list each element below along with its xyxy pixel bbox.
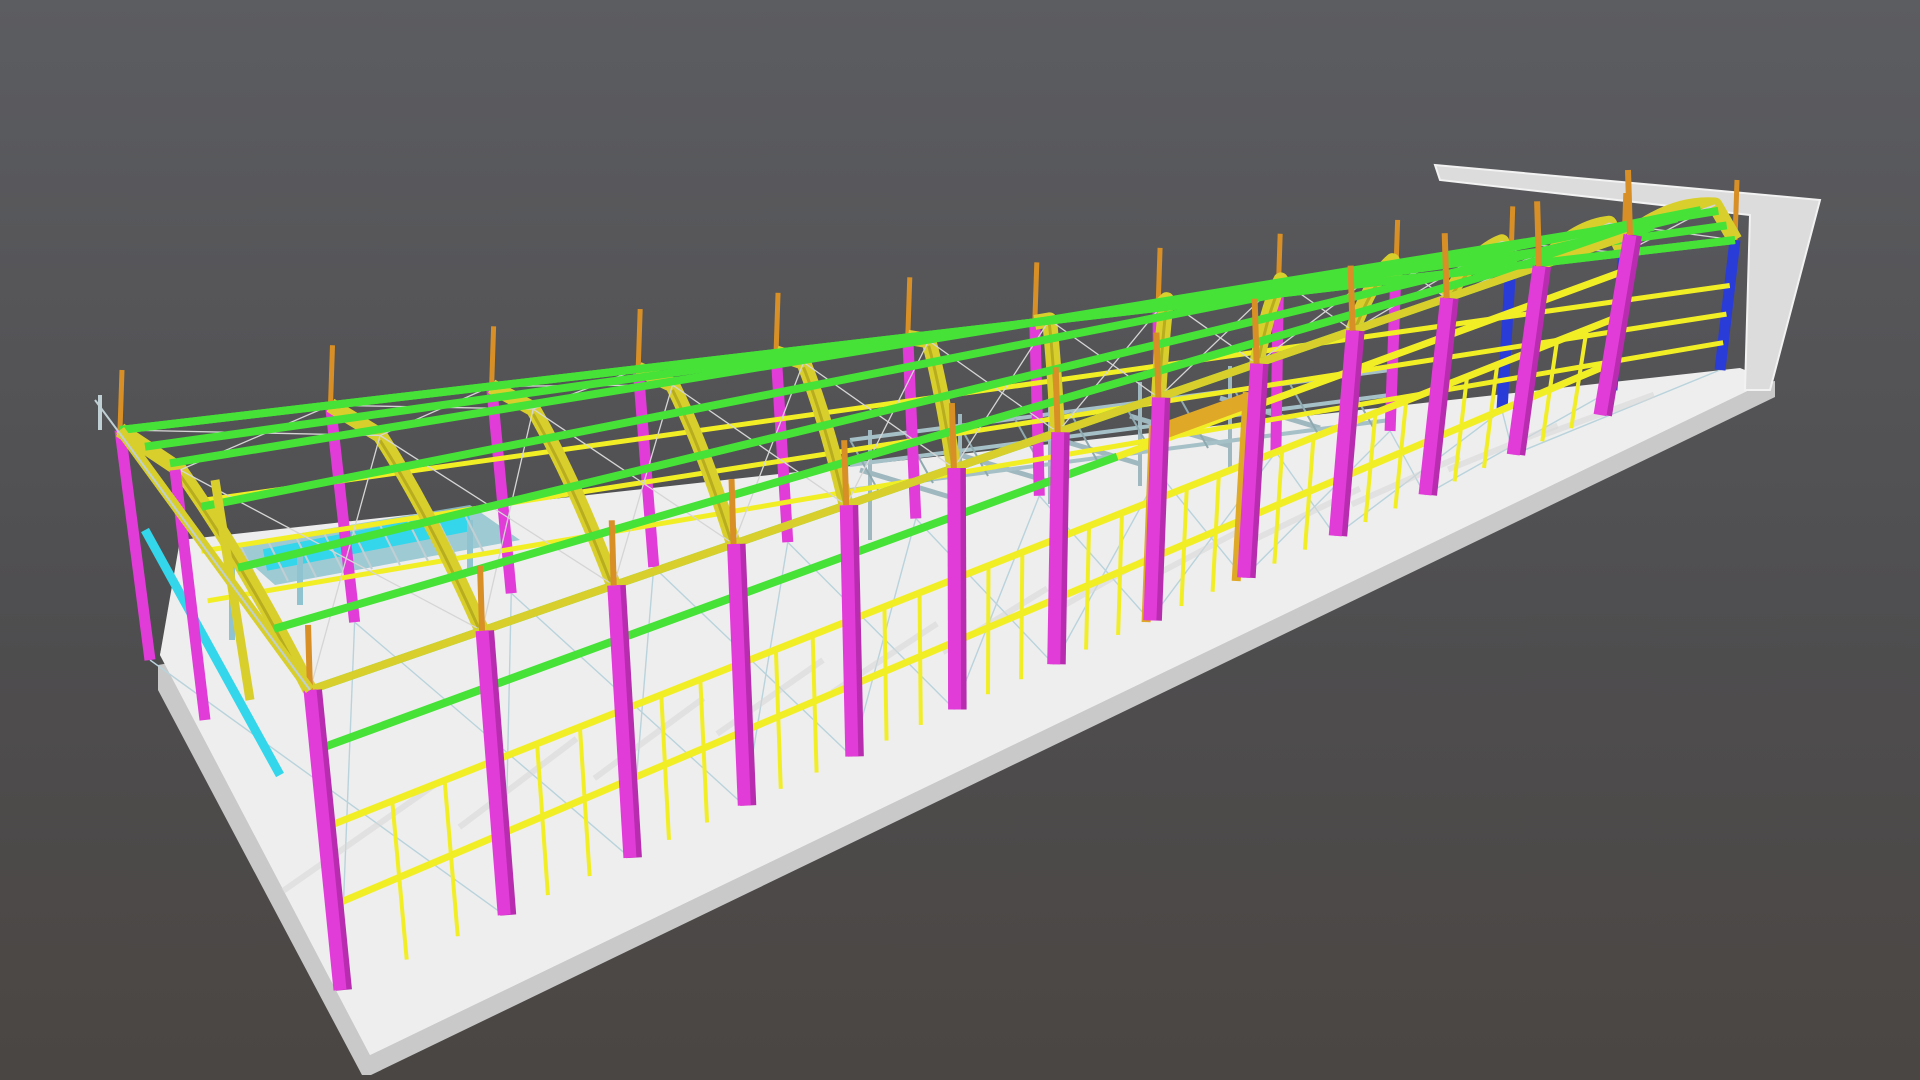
building-model[interactable] [0, 0, 1920, 1080]
column-stub [948, 402, 957, 469]
wall-girt [882, 606, 889, 741]
column-stub [1251, 298, 1260, 364]
column-stub [1153, 332, 1162, 398]
front-column [1047, 432, 1065, 665]
column-stub [327, 345, 335, 406]
column-stub [1625, 169, 1633, 236]
column-stub [728, 478, 737, 545]
column-stub [477, 565, 486, 631]
column-stub [773, 292, 781, 353]
wall-girt [1019, 552, 1025, 680]
column-stub [1052, 367, 1061, 433]
column-stub [117, 369, 125, 431]
column-stub [841, 440, 850, 506]
front-column [947, 468, 962, 710]
gable-column [1496, 266, 1517, 411]
column-stub [1534, 201, 1543, 267]
column-stub [489, 326, 497, 387]
column-stub [608, 520, 617, 586]
gable-column [1714, 239, 1741, 371]
front-column [1143, 397, 1165, 621]
column-stub [905, 277, 913, 338]
front-column [839, 505, 859, 757]
3d-viewport[interactable] [0, 0, 1920, 1080]
wall-girt [917, 592, 923, 725]
column-stub [1347, 265, 1356, 331]
column-stub [1032, 262, 1040, 323]
column-stub [1441, 233, 1450, 299]
column-stub [635, 308, 643, 370]
